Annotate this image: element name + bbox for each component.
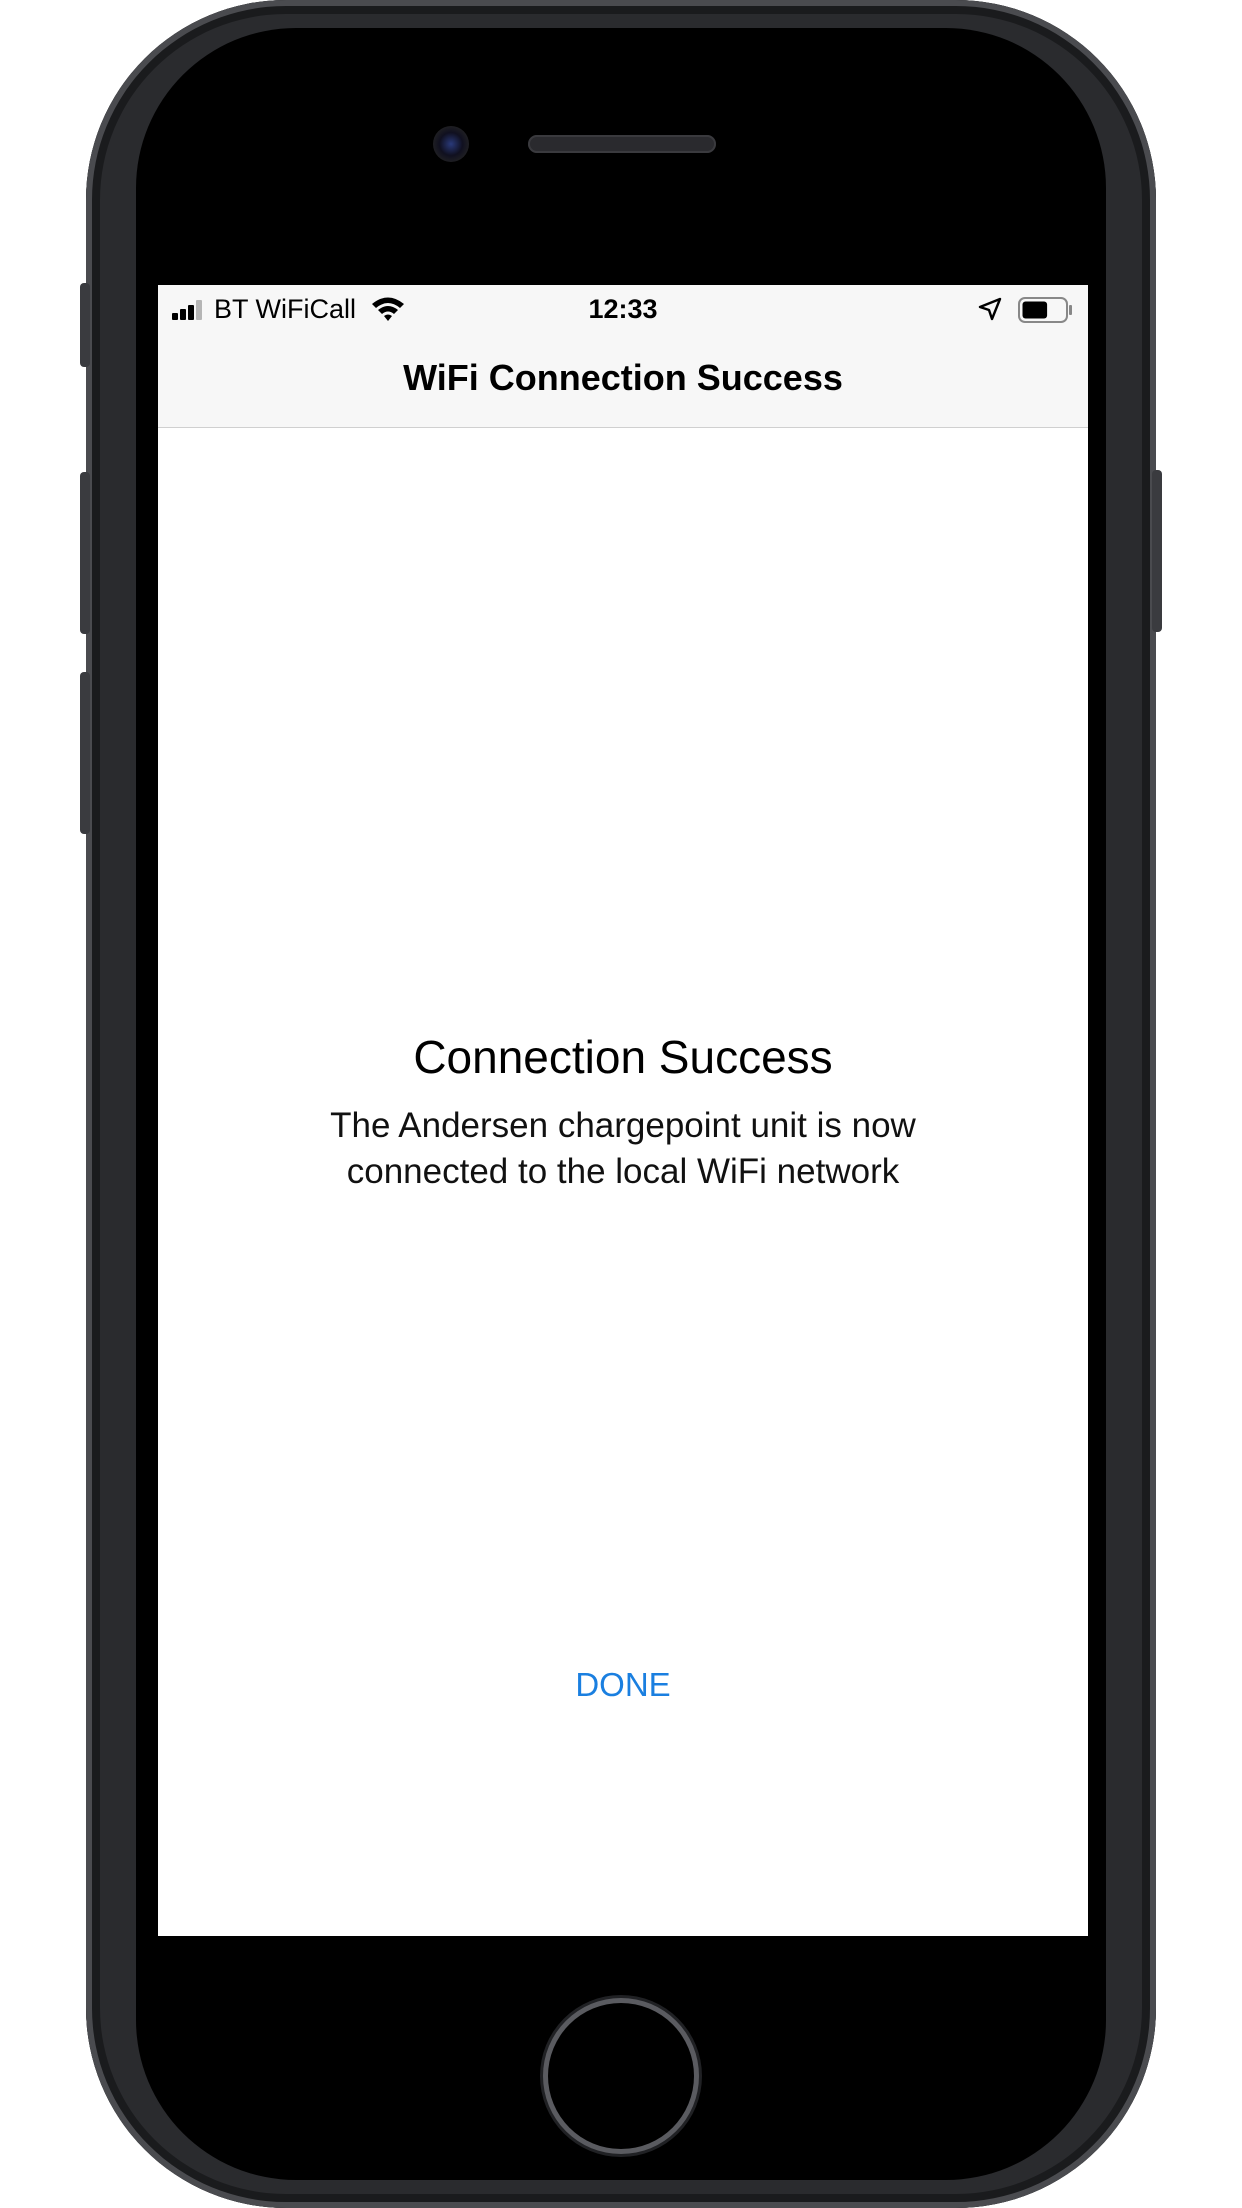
- front-camera: [433, 126, 469, 162]
- location-arrow-icon: [978, 297, 1002, 321]
- navigation-bar: WiFi Connection Success: [158, 335, 1088, 428]
- power-button: [1152, 470, 1162, 632]
- screen: BT WiFiCall 12:33 WiFi Connection Succes…: [158, 285, 1088, 1936]
- done-button[interactable]: DONE: [523, 1656, 723, 1714]
- home-button[interactable]: [548, 2003, 694, 2149]
- volume-up-button: [80, 472, 90, 634]
- clock: 12:33: [588, 294, 658, 324]
- battery-icon: [1018, 297, 1072, 323]
- success-heading: Connection Success: [413, 1031, 833, 1083]
- earpiece-speaker: [528, 135, 716, 153]
- nav-title: WiFi Connection Success: [403, 357, 843, 398]
- success-message: The Andersen chargepoint unit is now con…: [330, 1106, 916, 1191]
- status-bar: BT WiFiCall 12:33: [158, 285, 1088, 335]
- volume-down-button: [80, 672, 90, 834]
- silent-switch: [80, 283, 90, 367]
